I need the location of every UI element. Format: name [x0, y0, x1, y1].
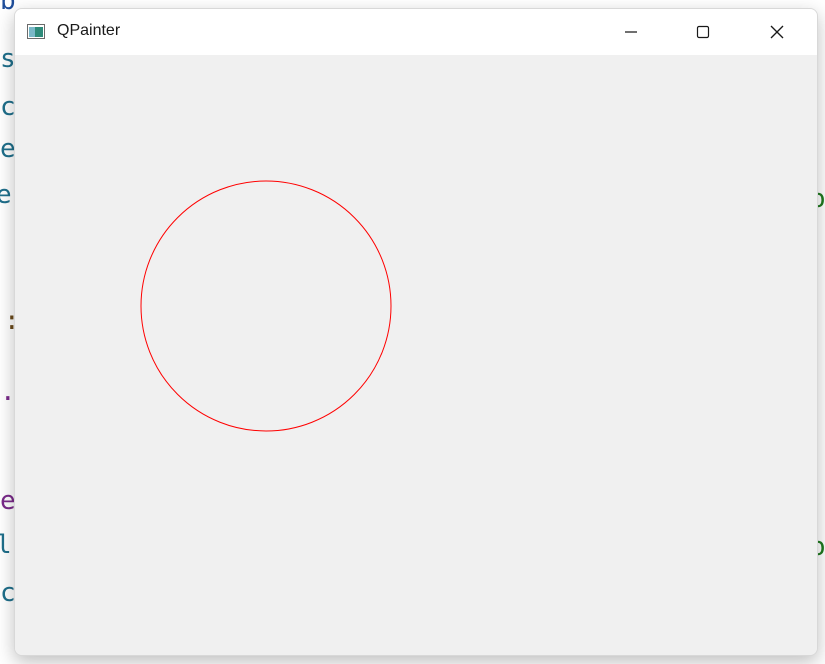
painter-client-area — [15, 55, 817, 655]
minimize-button[interactable] — [595, 9, 667, 55]
qt-window-icon — [27, 24, 45, 39]
window-title: QPainter — [57, 22, 121, 39]
close-button[interactable] — [741, 9, 813, 55]
minimize-icon — [625, 31, 637, 33]
title-bar[interactable]: QPainter — [15, 9, 817, 55]
maximize-icon — [696, 25, 710, 39]
red-circle — [140, 180, 392, 432]
qpainter-window: QPainter — [14, 8, 818, 656]
maximize-button[interactable] — [667, 9, 739, 55]
painter-canvas — [140, 180, 392, 432]
close-icon — [770, 25, 784, 39]
